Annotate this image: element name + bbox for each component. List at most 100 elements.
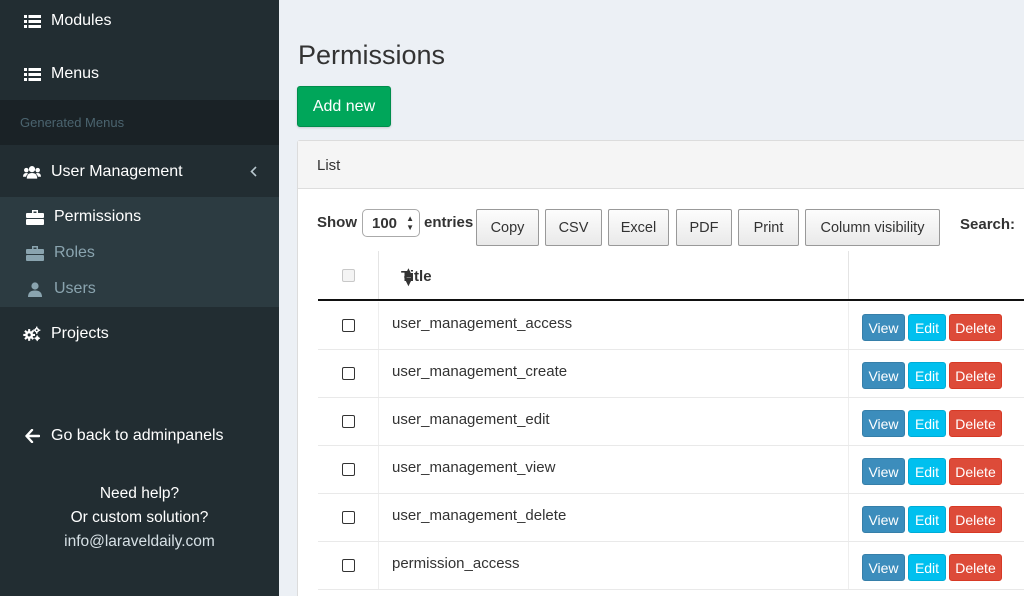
entries-label: entries [424,214,474,231]
list-panel: List Show 100 ▲ ▼ entries Copy CSV Excel … [297,140,1024,596]
sidebar-item-label: Modules [51,12,112,29]
edit-button[interactable]: Edit [908,506,946,533]
pdf-button[interactable]: PDF [676,209,732,246]
sidebar-item-menus[interactable]: Menus [0,54,279,94]
user-icon [25,281,45,297]
view-button[interactable]: View [862,362,905,389]
row-checkbox[interactable] [341,319,355,332]
delete-button[interactable]: Delete [949,314,1002,341]
edit-button[interactable]: Edit [908,554,946,581]
user-management-submenu: Permissions Roles Users [0,197,279,307]
view-button[interactable]: View [862,410,905,437]
row-checkbox[interactable] [341,511,355,524]
sidebar-item-label: Users [54,280,96,297]
sidebar-item-label: Go back to adminpanels [51,427,224,444]
list-icon [23,13,41,29]
table-header: Title ▲ ▼ [318,251,1024,301]
row-select-cell [318,302,379,349]
table-row: user_management_delete View Edit Delete [318,494,1024,542]
list-icon [23,66,41,82]
delete-button[interactable]: Delete [949,554,1002,581]
print-button[interactable]: Print [738,209,799,246]
row-select-cell [318,542,379,589]
edit-button[interactable]: Edit [908,410,946,437]
sidebar-item-label: User Management [51,163,183,180]
users-icon [23,164,41,180]
sidebar-item-roles[interactable]: Roles [0,237,279,269]
help-section: Need help? Or custom solution? info@lara… [0,482,279,554]
column-visibility-button[interactable]: Column visibility [805,209,940,246]
sidebar-item-label: Permissions [54,208,142,225]
title-cell: user_management_access [379,302,849,349]
title-cell-text: user_management_create [392,363,568,380]
sidebar-item-go-back[interactable]: Go back to adminpanels [0,416,279,456]
page-title: Permissions [298,40,446,70]
help-heading: Need help? [99,485,180,502]
sidebar-item-projects[interactable]: Projects [0,314,279,354]
view-button[interactable]: View [862,554,905,581]
sidebar-item-modules[interactable]: Modules [0,1,279,41]
briefcase-icon [25,209,45,225]
entries-select[interactable]: 100 ▲ ▼ [362,209,420,237]
row-actions: View Edit Delete [862,554,1005,581]
briefcase-icon [25,245,45,261]
panel-title: List [317,157,341,174]
row-checkbox[interactable] [341,415,355,428]
sidebar-item-users[interactable]: Users [0,273,279,305]
panel-header: List [298,141,1024,189]
title-cell-text: user_management_access [392,315,573,332]
delete-button[interactable]: Delete [949,410,1002,437]
chevron-left-icon [250,164,257,180]
row-checkbox[interactable] [341,463,355,476]
header-select-cell [318,251,379,299]
delete-button[interactable]: Delete [949,506,1002,533]
edit-button[interactable]: Edit [908,458,946,485]
title-cell-text: permission_access [392,555,520,572]
row-checkbox[interactable] [341,367,355,380]
title-cell-text: user_management_delete [392,507,567,524]
title-cell: user_management_delete [379,494,849,541]
show-label: Show [317,214,357,231]
gears-icon [23,326,41,342]
title-cell: permission_access [379,542,849,589]
table-row: permission_access View Edit Delete [318,542,1024,590]
copy-button[interactable]: Copy [476,209,539,246]
sidebar: Modules Menus Generated Menus User Manag… [0,0,279,596]
edit-button[interactable]: Edit [908,362,946,389]
row-actions: View Edit Delete [862,458,1005,485]
title-column-header[interactable]: Title ▲ ▼ [379,251,849,299]
row-actions: View Edit Delete [862,362,1005,389]
view-button[interactable]: View [862,314,905,341]
delete-button[interactable]: Delete [949,458,1002,485]
sort-icon: ▲ ▼ [401,264,416,290]
row-actions: View Edit Delete [862,506,1005,533]
row-select-cell [318,446,379,493]
sidebar-item-label: Menus [51,65,100,82]
row-select-cell [318,494,379,541]
add-new-button[interactable]: Add new [297,86,391,127]
view-button[interactable]: View [862,506,905,533]
select-arrows-icon: ▲ ▼ [406,214,414,232]
row-select-cell [318,350,379,397]
edit-button[interactable]: Edit [908,314,946,341]
sidebar-section-header: Generated Menus [0,100,279,145]
row-checkbox[interactable] [341,559,355,572]
sidebar-item-permissions[interactable]: Permissions [0,201,279,233]
title-cell: user_management_create [379,350,849,397]
row-actions: View Edit Delete [862,314,1005,341]
select-all-checkbox[interactable] [341,268,355,282]
sidebar-item-label: Roles [54,244,95,261]
csv-button[interactable]: CSV [545,209,602,246]
sidebar-item-label: Projects [51,325,109,342]
view-button[interactable]: View [862,458,905,485]
search-label: Search: [960,216,1016,233]
table-row: user_management_access View Edit Delete [318,302,1024,350]
table-row: user_management_create View Edit Delete [318,350,1024,398]
excel-button[interactable]: Excel [608,209,669,246]
sidebar-item-user-management[interactable]: User Management [0,152,279,192]
help-email-link[interactable]: info@laraveldaily.com [0,530,279,554]
title-cell: user_management_view [379,446,849,493]
entries-select-value: 100 [372,214,398,232]
title-cell-text: user_management_edit [392,411,550,428]
delete-button[interactable]: Delete [949,362,1002,389]
